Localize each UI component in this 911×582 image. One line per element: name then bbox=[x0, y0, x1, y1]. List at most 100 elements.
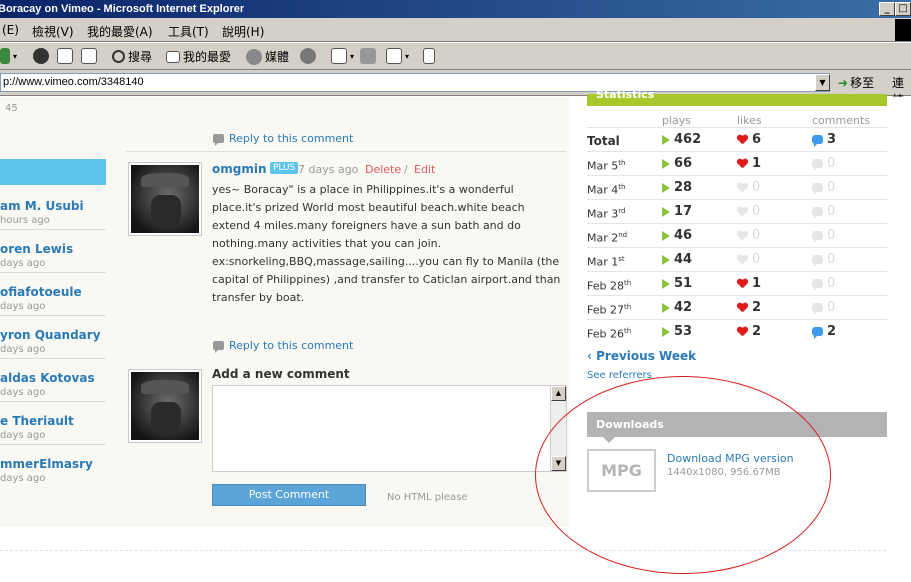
stats-likes-value: 0 bbox=[737, 228, 760, 243]
reply-label: Reply to this comment bbox=[229, 132, 354, 145]
menu-bar: (E) 檢視(V) 我的最愛(A) 工具(T) 說明(H) bbox=[0, 18, 911, 42]
user-name-link[interactable]: e Theriault bbox=[0, 414, 74, 428]
search-label: 搜尋 bbox=[128, 50, 153, 64]
mail-button[interactable]: ▾ bbox=[331, 48, 354, 64]
stats-plays-number: 42 bbox=[674, 300, 693, 315]
column-header-likes: likes bbox=[737, 114, 762, 127]
user-time: days ago bbox=[0, 301, 46, 312]
forward-button[interactable]: ▾ bbox=[0, 48, 17, 64]
home-icon bbox=[81, 48, 97, 64]
stop-button[interactable] bbox=[33, 48, 49, 64]
post-comment-button[interactable]: Post Comment bbox=[212, 484, 366, 506]
search-icon bbox=[112, 50, 125, 63]
edit-comment-link[interactable]: Edit bbox=[414, 163, 435, 176]
delete-comment-link[interactable]: Delete bbox=[365, 163, 401, 176]
previous-week-link[interactable]: ‹ Previous Week bbox=[587, 349, 696, 363]
stats-comments-number: 0 bbox=[827, 252, 836, 267]
menu-help[interactable]: 說明(H) bbox=[222, 23, 264, 40]
comment-bubble-icon bbox=[213, 134, 224, 146]
avatar-image bbox=[131, 165, 199, 233]
stats-likes-number: 0 bbox=[752, 204, 761, 219]
divider bbox=[0, 272, 106, 273]
comment-bubble-icon bbox=[812, 303, 823, 315]
user-name-link[interactable]: yron Quandary bbox=[0, 328, 101, 342]
stats-row: Mar 3rd 17 0 0 bbox=[587, 199, 887, 223]
play-icon bbox=[662, 278, 670, 289]
stats-comments-number: 3 bbox=[827, 132, 837, 147]
menu-edit[interactable]: (E) bbox=[2, 23, 19, 37]
stats-comments-value: 0 bbox=[812, 276, 835, 291]
discuss-icon bbox=[423, 48, 435, 64]
stats-row-label: Feb 26th bbox=[587, 327, 631, 341]
go-button[interactable]: ➜ 移至 bbox=[838, 74, 874, 91]
play-icon bbox=[662, 158, 670, 169]
user-name-link[interactable]: oren Lewis bbox=[0, 242, 73, 256]
stats-row: Mar 4th 28 0 0 bbox=[587, 175, 887, 199]
play-icon bbox=[662, 230, 670, 241]
stats-row-label: Total bbox=[587, 134, 620, 148]
stats-comments-number: 2 bbox=[827, 324, 837, 339]
stats-row-date: Mar 1 bbox=[587, 255, 619, 269]
refresh-button[interactable] bbox=[57, 48, 73, 64]
comment-textarea[interactable]: ▲ ▼ bbox=[212, 385, 567, 472]
stats-comments-number: 0 bbox=[827, 204, 836, 219]
statistics-header: Statistics bbox=[587, 88, 887, 106]
statistics-title: Statistics bbox=[596, 88, 655, 101]
add-comment-title: Add a new comment bbox=[212, 367, 350, 381]
maximize-button[interactable]: □ bbox=[895, 2, 911, 16]
user-time: days ago bbox=[0, 387, 46, 398]
history-button[interactable] bbox=[300, 48, 316, 64]
user-time: days ago bbox=[0, 344, 46, 355]
comment-time: 7 days ago bbox=[298, 163, 359, 176]
address-dropdown-button[interactable]: ▼ bbox=[815, 74, 830, 91]
comment-bubble-icon bbox=[812, 183, 823, 195]
window-title: Boracay on Vimeo - Microsoft Internet Ex… bbox=[0, 3, 245, 15]
media-label: 媒體 bbox=[265, 50, 290, 64]
edit-button[interactable]: ▾ bbox=[386, 48, 409, 64]
user-name-link[interactable]: am M. Usubi bbox=[0, 199, 84, 213]
home-button[interactable] bbox=[81, 48, 97, 64]
stats-likes-number: 1 bbox=[752, 276, 762, 291]
stats-plays-number: 66 bbox=[674, 156, 693, 171]
reply-link-top[interactable]: Reply to this comment bbox=[213, 132, 354, 146]
stats-row: Mar 1st 44 0 0 bbox=[587, 247, 887, 271]
stats-row-date: Mar 5 bbox=[587, 159, 619, 173]
stats-row-label: Mar 1st bbox=[587, 255, 625, 269]
heart-icon bbox=[737, 303, 748, 313]
comment-bubble-icon bbox=[213, 341, 224, 353]
user-time: days ago bbox=[0, 430, 46, 441]
menu-favorites[interactable]: 我的最愛(A) bbox=[87, 23, 153, 40]
search-button[interactable]: 搜尋 bbox=[112, 48, 152, 65]
address-input[interactable]: p://www.vimeo.com/3348140 bbox=[0, 73, 830, 92]
stats-plays-number: 46 bbox=[674, 228, 693, 243]
heart-icon bbox=[737, 279, 748, 289]
user-name-link[interactable]: aldas Kotovas bbox=[0, 371, 95, 385]
history-icon bbox=[300, 48, 316, 64]
avatar[interactable] bbox=[128, 162, 202, 236]
comment-author-link[interactable]: omgmin bbox=[212, 162, 267, 176]
play-icon bbox=[662, 254, 670, 265]
discuss-button[interactable] bbox=[423, 48, 435, 64]
user-name-link[interactable]: mmerElmasry bbox=[0, 457, 93, 471]
media-button[interactable]: 媒體 bbox=[246, 48, 289, 65]
annotation-ellipse bbox=[535, 376, 831, 574]
comment-bubble-icon bbox=[812, 135, 823, 147]
no-html-note: No HTML please bbox=[387, 492, 468, 503]
footer-divider bbox=[0, 550, 886, 551]
menu-tools[interactable]: 工具(T) bbox=[168, 23, 209, 40]
favorites-button[interactable]: 我的最愛 bbox=[166, 48, 231, 65]
comment-divider bbox=[126, 151, 566, 152]
stats-row-label: Mar 2nd bbox=[587, 231, 627, 245]
page-content: 45 am M. Usubi hours ago oren Lewis days… bbox=[0, 88, 911, 582]
word-icon bbox=[386, 48, 402, 64]
minimize-button[interactable]: _ bbox=[879, 2, 895, 16]
column-header-plays: plays bbox=[662, 114, 692, 127]
menu-view[interactable]: 檢視(V) bbox=[32, 23, 74, 40]
scroll-up-icon[interactable]: ▲ bbox=[551, 386, 566, 401]
stats-row-date: Feb 28 bbox=[587, 279, 624, 293]
stats-row-label: Mar 3rd bbox=[587, 207, 625, 221]
print-button[interactable] bbox=[360, 48, 376, 64]
reply-link-bottom[interactable]: Reply to this comment bbox=[213, 339, 353, 353]
user-name-link[interactable]: ofiafotoeule bbox=[0, 285, 82, 299]
forward-arrow-icon bbox=[0, 48, 10, 64]
